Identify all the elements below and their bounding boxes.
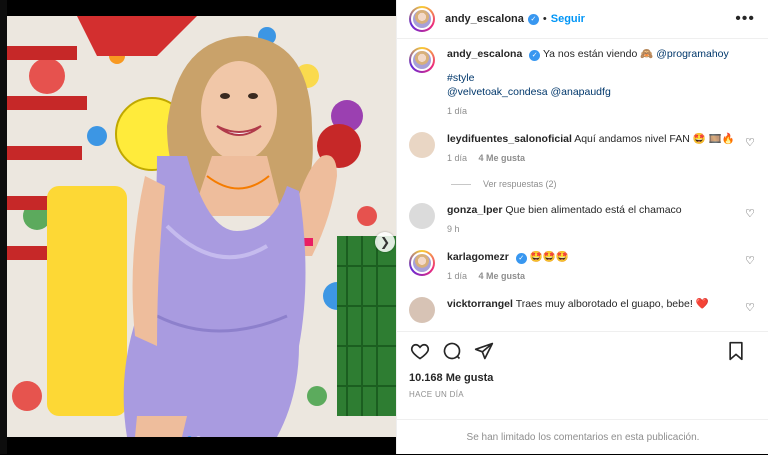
comment-text: Que bien alimentado está el chamaco <box>505 204 682 216</box>
comment-likes[interactable]: 4 Me gusta <box>479 271 526 281</box>
follow-button[interactable]: Seguir <box>551 13 585 25</box>
comment-username[interactable]: vicktorrangel <box>447 298 513 310</box>
caption-mention[interactable]: @programahoy <box>656 48 729 60</box>
post-header: andy_escalona ✓ • Seguir ••• <box>397 0 768 39</box>
comment-text: Aquí andamos nivel FAN 🤩 🎞️🔥 <box>574 133 735 145</box>
view-replies[interactable]: Ver respuestas (2) <box>451 179 757 189</box>
comment-icon[interactable] <box>441 340 463 362</box>
comment-username[interactable]: leydifuentes_salonoficial <box>447 133 572 145</box>
carousel-dot-active <box>187 436 192 437</box>
comment-avatar[interactable] <box>409 132 435 158</box>
comment-username[interactable]: gonza_lper <box>447 204 502 216</box>
caption-time: 1 día <box>447 106 468 116</box>
comment-item: gonza_lper Que bien alimentado está el c… <box>409 203 757 236</box>
carousel-dots <box>187 436 201 437</box>
share-icon[interactable] <box>473 340 495 362</box>
comment-time: 9 h <box>447 224 460 234</box>
caption-text: Ya nos están viendo 🙈 <box>542 48 654 60</box>
carousel-dot <box>196 436 201 437</box>
view-replies-label[interactable]: Ver respuestas (2) <box>483 179 557 189</box>
chevron-right-icon: ❯ <box>379 235 391 249</box>
heart-icon[interactable]: ♡ <box>745 207 757 220</box>
heart-icon[interactable]: ♡ <box>745 254 757 267</box>
caption-mention[interactable]: @anapaudfg <box>550 86 610 98</box>
verified-icon: ✓ <box>529 50 541 61</box>
author-avatar[interactable] <box>409 6 435 32</box>
comment-avatar[interactable] <box>409 297 435 323</box>
post-caption: andy_escalona ✓ Ya nos están viendo 🙈 @p… <box>409 39 757 118</box>
caption-hashtag[interactable]: #style <box>447 72 474 84</box>
comment-item: leydifuentes_salonoficial Aquí andamos n… <box>409 132 757 165</box>
comment-time: 1 día <box>447 271 468 281</box>
comment-avatar[interactable] <box>409 203 435 229</box>
heart-icon[interactable]: ♡ <box>745 301 757 314</box>
author-username[interactable]: andy_escalona <box>445 13 524 25</box>
verified-icon: ✓ <box>515 253 527 264</box>
comment-item: karlagomezr ✓ 🤩🤩🤩 1 día 4 Me gusta ♡ <box>409 250 757 283</box>
comment-avatar[interactable] <box>409 250 435 276</box>
comment-username[interactable]: karlagomezr <box>447 251 509 263</box>
more-icon[interactable]: ••• <box>735 10 755 28</box>
likes-count[interactable]: 10.168 Me gusta <box>397 372 768 384</box>
verified-icon: ✓ <box>527 13 539 25</box>
heart-icon[interactable]: ♡ <box>745 136 757 149</box>
carousel-next-button[interactable]: ❯ <box>375 232 395 252</box>
caption-mention[interactable]: @velvetoak_condesa <box>447 86 548 98</box>
caption-username[interactable]: andy_escalona <box>447 48 522 60</box>
caption-avatar[interactable] <box>409 47 435 73</box>
left-edge <box>0 0 7 454</box>
heart-icon[interactable] <box>409 340 431 362</box>
post-actions: 10.168 Me gusta HACE UN DÍA <box>397 331 768 399</box>
post-photo-illustration <box>7 16 396 437</box>
comments-limited-notice: Se han limitado los comentarios en esta … <box>397 419 768 455</box>
post-image[interactable]: ❯ <box>7 16 396 437</box>
post-date: HACE UN DÍA <box>409 390 464 399</box>
comment-text: Traes muy alborotado el guapo, bebe! ❤️ <box>515 298 709 310</box>
comment-text: 🤩🤩🤩 <box>529 251 569 263</box>
comment-time: 1 día <box>447 153 468 163</box>
bookmark-icon[interactable] <box>725 340 747 362</box>
comment-likes[interactable]: 4 Me gusta <box>479 153 526 163</box>
replies-line <box>451 183 471 185</box>
header-separator: • <box>542 13 547 25</box>
comment-item: vicktorrangel Traes muy alborotado el gu… <box>409 297 757 323</box>
post-detail-panel: andy_escalona ✓ • Seguir ••• andy_escalo… <box>396 0 768 454</box>
comments-list[interactable]: andy_escalona ✓ Ya nos están viendo 🙈 @p… <box>397 39 768 327</box>
